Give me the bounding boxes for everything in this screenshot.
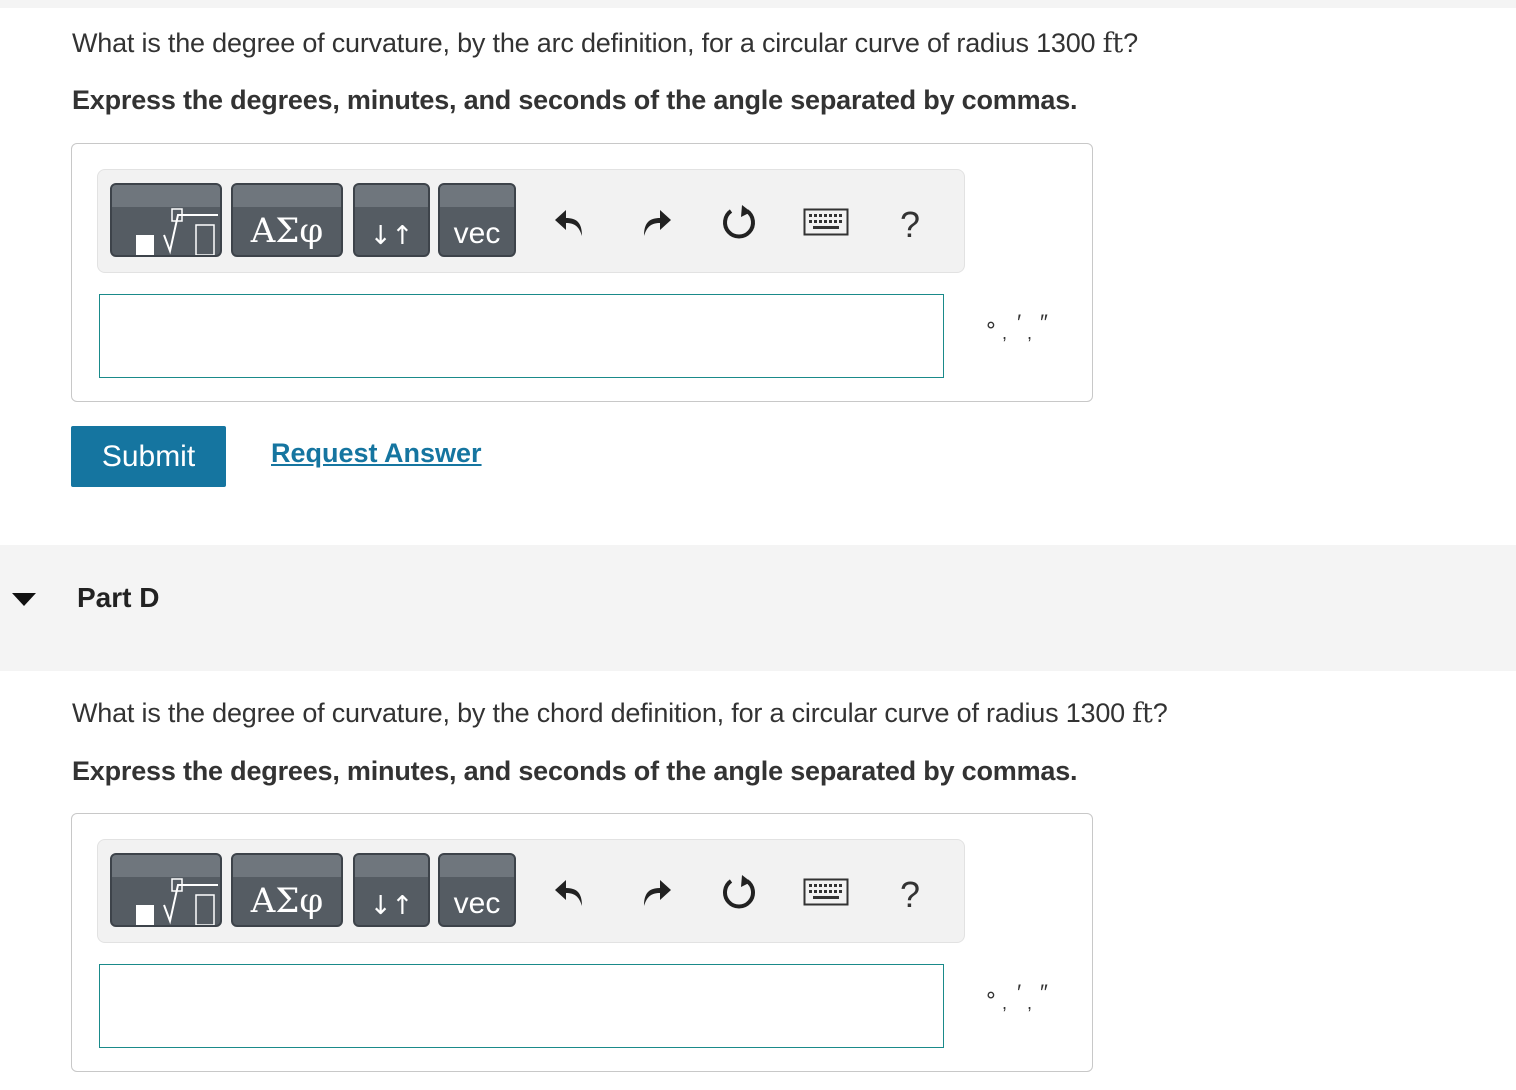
answer-box-part-d: ΑΣφ ↓↑ vec ? ∘ , ′ , ″: [71, 813, 1093, 1072]
question-unit: ft: [1102, 28, 1124, 59]
subscript-superscript-icon: ↓↑: [369, 891, 414, 921]
keyboard-button[interactable]: [801, 870, 851, 914]
second-symbol: ″: [1039, 310, 1047, 335]
degree-symbol: ∘: [984, 312, 998, 337]
reset-icon: [723, 205, 755, 239]
help-button[interactable]: ?: [896, 204, 924, 246]
part-d-header[interactable]: Part D: [0, 545, 1516, 671]
collapse-caret-icon[interactable]: [12, 593, 36, 606]
vector-button[interactable]: vec: [438, 183, 516, 257]
separator-symbol: ,: [1027, 323, 1033, 343]
part-d-title: Part D: [77, 582, 160, 613]
templates-icon: [136, 878, 218, 925]
angle-units-label: ∘ , ′ , ″: [982, 982, 1062, 1022]
vector-icon: vec: [453, 217, 501, 250]
instruction-part-c: Express the degrees, minutes, and second…: [72, 85, 1078, 115]
top-strip: [0, 0, 1516, 8]
second-symbol: ″: [1039, 980, 1047, 1005]
math-toolbar: ΑΣφ ↓↑ vec ?: [97, 839, 965, 943]
question-unit: ft: [1132, 698, 1153, 729]
greek-symbols-icon: ΑΣφ: [250, 881, 324, 921]
undo-icon: [555, 880, 582, 906]
degree-symbol: ∘: [984, 982, 998, 1007]
keyboard-button[interactable]: [801, 200, 851, 244]
undo-button[interactable]: [548, 870, 592, 914]
angle-units-label: ∘ , ′ , ″: [982, 312, 1062, 352]
question-text-part-d: What is the degree of curvature, by the …: [72, 698, 1168, 729]
templates-icon: [136, 208, 218, 255]
question-text-part-c: What is the degree of curvature, by the …: [72, 28, 1138, 59]
help-icon: ?: [899, 874, 921, 915]
keyboard-icon: [803, 208, 849, 236]
separator-symbol: ,: [1027, 993, 1033, 1013]
redo-icon: [644, 880, 671, 906]
vector-button[interactable]: vec: [438, 853, 516, 927]
answer-input-part-d[interactable]: [99, 964, 944, 1048]
greek-symbols-button[interactable]: ΑΣφ: [231, 183, 343, 257]
greek-symbols-button[interactable]: ΑΣφ: [231, 853, 343, 927]
reset-button[interactable]: [717, 870, 761, 914]
separator-symbol: ,: [1002, 323, 1008, 343]
redo-icon: [644, 210, 671, 236]
help-icon: ?: [899, 204, 921, 245]
subscript-superscript-icon: ↓↑: [369, 221, 414, 251]
answer-box-part-c: ΑΣφ ↓↑ vec ? ∘ , ′ , ″: [71, 143, 1093, 402]
help-button[interactable]: ?: [896, 874, 924, 916]
reset-button[interactable]: [717, 200, 761, 244]
minute-symbol: ′: [1016, 310, 1021, 335]
reset-icon: [723, 875, 755, 909]
math-toolbar: ΑΣφ ↓↑ vec ?: [97, 169, 965, 273]
undo-icon: [555, 210, 582, 236]
submit-button[interactable]: Submit: [71, 426, 226, 487]
separator-symbol: ,: [1002, 993, 1008, 1013]
undo-button[interactable]: [548, 200, 592, 244]
minute-symbol: ′: [1016, 980, 1021, 1005]
templates-button[interactable]: [110, 183, 222, 257]
greek-symbols-icon: ΑΣφ: [250, 211, 324, 251]
answer-input-part-c[interactable]: [99, 294, 944, 378]
templates-button[interactable]: [110, 853, 222, 927]
request-answer-link[interactable]: Request Answer: [271, 438, 482, 469]
redo-button[interactable]: [634, 200, 678, 244]
keyboard-icon: [803, 878, 849, 906]
instruction-part-d: Express the degrees, minutes, and second…: [72, 756, 1078, 786]
subscript-superscript-button[interactable]: ↓↑: [353, 183, 430, 257]
vector-icon: vec: [453, 887, 501, 920]
redo-button[interactable]: [634, 870, 678, 914]
subscript-superscript-button[interactable]: ↓↑: [353, 853, 430, 927]
